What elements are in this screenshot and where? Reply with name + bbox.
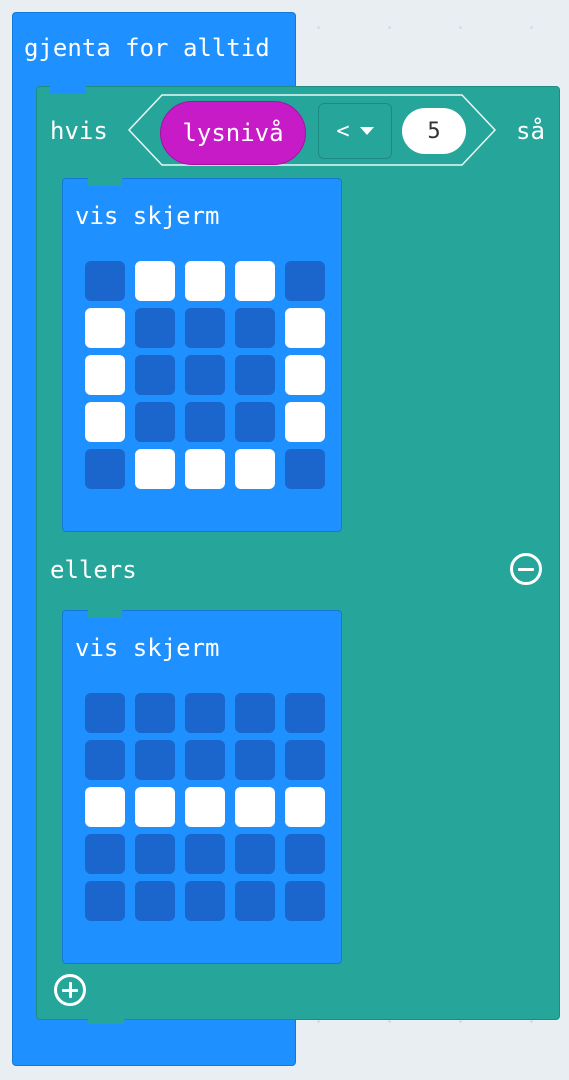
led-r3-c1[interactable] [135, 402, 175, 442]
led-r3-c2[interactable] [185, 834, 225, 874]
led-r0-c0[interactable] [85, 693, 125, 733]
led-r1-c3[interactable] [235, 308, 275, 348]
led-r1-c1[interactable] [135, 740, 175, 780]
led-r0-c2[interactable] [185, 693, 225, 733]
led-r2-c3[interactable] [235, 355, 275, 395]
led-r4-c0[interactable] [85, 881, 125, 921]
led-r0-c1[interactable] [135, 693, 175, 733]
led-r2-c0[interactable] [85, 787, 125, 827]
led-r2-c1[interactable] [135, 787, 175, 827]
led-r4-c4[interactable] [285, 449, 325, 489]
led-r2-c1[interactable] [135, 355, 175, 395]
led-grid [85, 261, 325, 489]
led-r0-c3[interactable] [235, 261, 275, 301]
led-grid [85, 693, 325, 921]
led-r0-c1[interactable] [135, 261, 175, 301]
led-r4-c0[interactable] [85, 449, 125, 489]
led-r3-c0[interactable] [85, 402, 125, 442]
led-r3-c1[interactable] [135, 834, 175, 874]
led-r2-c4[interactable] [285, 787, 325, 827]
led-r3-c3[interactable] [235, 834, 275, 874]
led-r2-c4[interactable] [285, 355, 325, 395]
if-label: hvis [50, 117, 108, 145]
led-r2-c2[interactable] [185, 787, 225, 827]
if-top-notch [50, 86, 86, 94]
led-r4-c1[interactable] [135, 449, 175, 489]
led-r1-c4[interactable] [285, 740, 325, 780]
led-r2-c3[interactable] [235, 787, 275, 827]
value-input[interactable]: 5 [402, 108, 466, 154]
led-r4-c3[interactable] [235, 881, 275, 921]
led-r1-c0[interactable] [85, 740, 125, 780]
led-r0-c4[interactable] [285, 693, 325, 733]
value-text: 5 [427, 118, 441, 144]
led-r1-c4[interactable] [285, 308, 325, 348]
then-label: så [516, 117, 545, 145]
led-r4-c3[interactable] [235, 449, 275, 489]
caret-down-icon [359, 127, 374, 135]
led-r4-c2[interactable] [185, 881, 225, 921]
operator-dropdown[interactable]: < [318, 103, 392, 159]
led-r3-c2[interactable] [185, 402, 225, 442]
led-r1-c2[interactable] [185, 308, 225, 348]
led-r0-c3[interactable] [235, 693, 275, 733]
led-r0-c2[interactable] [185, 261, 225, 301]
light-level-reporter[interactable]: lysnivå [160, 101, 306, 165]
show-leds-label: vis skjerm [75, 202, 220, 230]
operator-label: < [336, 118, 350, 144]
show-leds-label: vis skjerm [75, 634, 220, 662]
led-r0-c4[interactable] [285, 261, 325, 301]
if-bottom-notch [88, 1016, 124, 1024]
led-r4-c2[interactable] [185, 449, 225, 489]
show-leds-block-else[interactable]: vis skjerm [62, 610, 342, 964]
led-r1-c1[interactable] [135, 308, 175, 348]
minus-circle-icon[interactable] [510, 553, 542, 585]
show-leds-block-then[interactable]: vis skjerm [62, 178, 342, 532]
led-r3-c0[interactable] [85, 834, 125, 874]
else-notch [88, 610, 122, 618]
led-r3-c4[interactable] [285, 402, 325, 442]
led-r4-c4[interactable] [285, 881, 325, 921]
plus-circle-icon[interactable] [54, 974, 86, 1006]
led-r0-c0[interactable] [85, 261, 125, 301]
led-r2-c2[interactable] [185, 355, 225, 395]
led-r1-c2[interactable] [185, 740, 225, 780]
led-r1-c0[interactable] [85, 308, 125, 348]
light-level-label: lysnivå [182, 119, 284, 147]
then-notch [88, 178, 122, 186]
else-label: ellers [50, 556, 137, 584]
led-r1-c3[interactable] [235, 740, 275, 780]
led-r3-c4[interactable] [285, 834, 325, 874]
led-r3-c3[interactable] [235, 402, 275, 442]
forever-label: gjenta for alltid [24, 34, 270, 62]
led-r4-c1[interactable] [135, 881, 175, 921]
led-r2-c0[interactable] [85, 355, 125, 395]
